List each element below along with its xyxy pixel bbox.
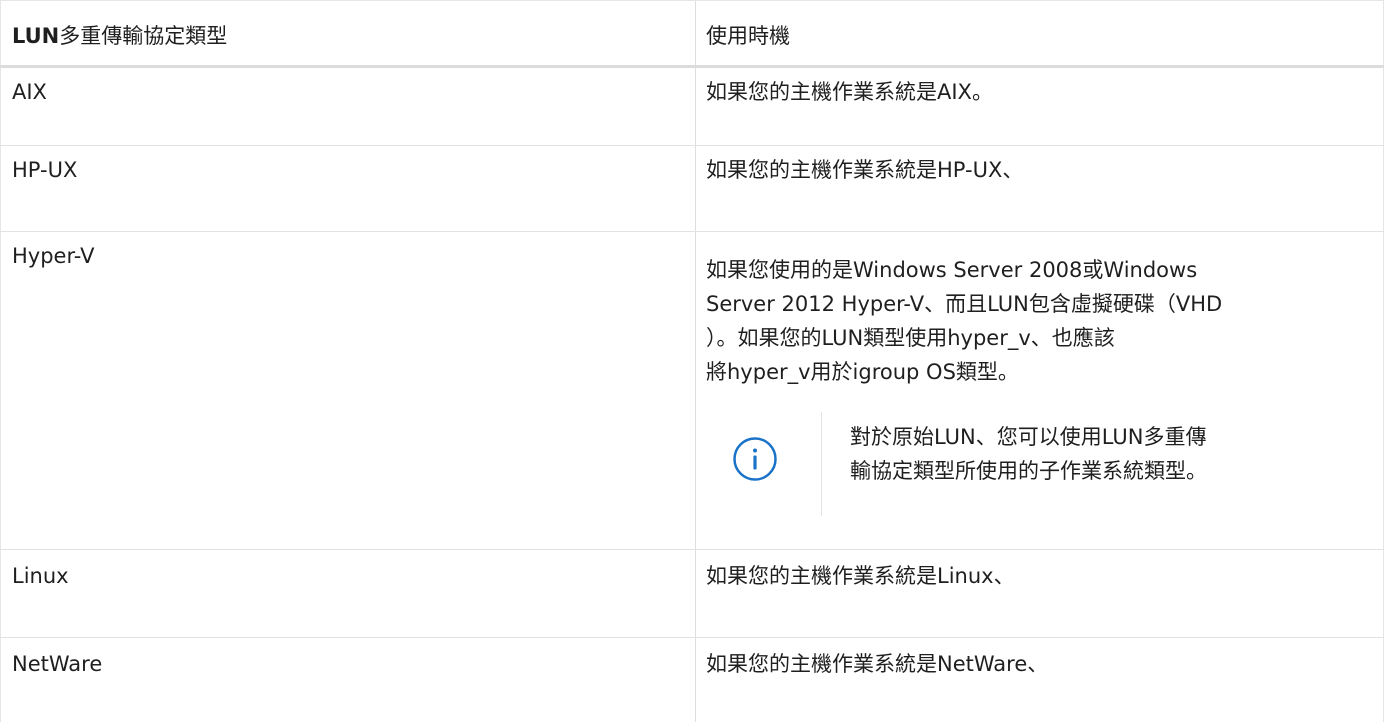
table-row: Linux 如果您的主機作業系統是Linux、 xyxy=(0,550,1384,638)
when-line: Server 2012 Hyper-V、而且LUN包含虛擬硬碟（VHD xyxy=(706,292,1223,316)
type-cell: Hyper-V xyxy=(0,232,695,549)
type-value: Hyper-V xyxy=(12,244,95,268)
when-cell: 如果您使用的是Windows Server 2008或Windows Serve… xyxy=(695,232,1384,549)
when-line: 如果您使用的是Windows Server 2008或Windows xyxy=(706,258,1198,282)
header-cell-when: 使用時機 xyxy=(695,1,1384,65)
when-cell: 如果您的主機作業系統是NetWare、 xyxy=(695,638,1384,722)
when-cell: 如果您的主機作業系統是HP-UX、 xyxy=(695,146,1384,231)
when-paragraph: 如果您使用的是Windows Server 2008或Windows Serve… xyxy=(706,253,1366,389)
table-row: HP-UX 如果您的主機作業系統是HP-UX、 xyxy=(0,146,1384,232)
type-cell: Linux xyxy=(0,550,695,637)
type-value: NetWare xyxy=(12,652,103,676)
header-cell-type: LUN多重傳輸協定類型 xyxy=(0,1,695,65)
type-cell: HP-UX xyxy=(0,146,695,231)
type-value: Linux xyxy=(12,564,69,588)
when-value: 如果您的主機作業系統是Linux、 xyxy=(706,564,1015,588)
when-cell: 如果您的主機作業系統是AIX。 xyxy=(695,68,1384,145)
when-line: ）。如果您的LUN類型使用hyper_v、也應該 xyxy=(706,326,1115,350)
note-divider xyxy=(821,412,822,516)
header-label-type: LUN多重傳輸協定類型 xyxy=(12,24,228,48)
info-icon xyxy=(732,436,778,482)
note-line: 對於原始LUN、您可以使用LUN多重傳 xyxy=(850,425,1207,449)
when-cell: 如果您的主機作業系統是Linux、 xyxy=(695,550,1384,637)
when-value: 如果您的主機作業系統是AIX。 xyxy=(706,80,993,104)
type-cell: NetWare xyxy=(0,638,695,722)
lun-multiprotocol-table: LUN多重傳輸協定類型 使用時機 AIX 如果您的主機作業系統是AIX。 HP-… xyxy=(0,0,1384,722)
type-value: AIX xyxy=(12,80,47,104)
table-header-row: LUN多重傳輸協定類型 使用時機 xyxy=(0,0,1384,68)
note-text: 對於原始LUN、您可以使用LUN多重傳 輸協定類型所使用的子作業系統類型。 xyxy=(850,420,1370,488)
table-row: Hyper-V 如果您使用的是Windows Server 2008或Windo… xyxy=(0,232,1384,550)
table-row: NetWare 如果您的主機作業系統是NetWare、 xyxy=(0,638,1384,722)
when-value: 如果您的主機作業系統是NetWare、 xyxy=(706,652,1049,676)
type-value: HP-UX xyxy=(12,158,78,182)
table-row: AIX 如果您的主機作業系統是AIX。 xyxy=(0,68,1384,146)
when-value: 如果您的主機作業系統是HP-UX、 xyxy=(706,158,1024,182)
header-label-when: 使用時機 xyxy=(706,24,790,48)
note-line: 輸協定類型所使用的子作業系統類型。 xyxy=(850,459,1207,483)
type-cell: AIX xyxy=(0,68,695,145)
info-note: 對於原始LUN、您可以使用LUN多重傳 輸協定類型所使用的子作業系統類型。 xyxy=(696,382,1384,516)
